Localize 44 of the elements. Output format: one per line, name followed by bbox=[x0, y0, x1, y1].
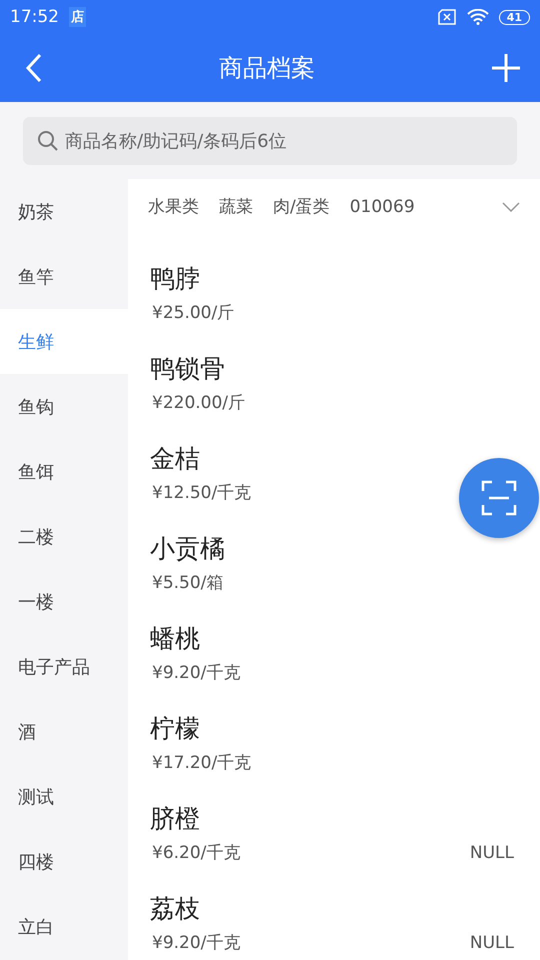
product-price: ¥6.20/千克 bbox=[151, 842, 240, 864]
sidebar-item[interactable]: 生鲜 bbox=[0, 309, 128, 374]
product-name: 荔枝 bbox=[150, 893, 200, 925]
product-name: 蟠桃 bbox=[150, 623, 200, 655]
sim-error-icon bbox=[436, 9, 457, 25]
product-price: ¥12.50/千克 bbox=[151, 482, 252, 504]
category-tab[interactable]: 水果类 bbox=[142, 195, 205, 218]
sidebar-item[interactable]: 鱼钩 bbox=[0, 374, 128, 439]
product-price: ¥9.20/千克 bbox=[151, 662, 240, 684]
product-name: 鸭锁骨 bbox=[150, 353, 225, 385]
search-field[interactable]: 商品名称/助记码/条码后6位 bbox=[23, 117, 517, 165]
sidebar-item[interactable]: 鱼竿 bbox=[0, 244, 128, 309]
sidebar-item[interactable]: 酒 bbox=[0, 699, 128, 764]
sidebar-item[interactable]: 一楼 bbox=[0, 569, 128, 634]
product-price: ¥25.00/斤 bbox=[151, 302, 234, 324]
product-note: NULL bbox=[470, 842, 514, 862]
product-price: ¥9.20/千克 bbox=[151, 932, 240, 954]
product-price: ¥220.00/斤 bbox=[151, 392, 246, 414]
wifi-icon bbox=[466, 9, 489, 25]
category-tab[interactable]: 010069 bbox=[344, 196, 421, 216]
app-notification-badge: 店 bbox=[69, 7, 86, 27]
battery-level: 41 bbox=[498, 10, 530, 24]
sidebar-item[interactable]: 立白 bbox=[0, 894, 128, 959]
product-price: ¥17.20/千克 bbox=[151, 752, 252, 774]
product-name: 鸭脖 bbox=[150, 263, 200, 295]
product-name: 金桔 bbox=[150, 443, 200, 475]
category-tab[interactable]: 蔬菜 bbox=[213, 195, 259, 218]
page-title: 商品档案 bbox=[219, 53, 315, 84]
scan-button[interactable] bbox=[459, 458, 539, 538]
product-name: 脐橙 bbox=[150, 803, 200, 835]
sidebar-item[interactable]: 四楼 bbox=[0, 829, 128, 894]
sidebar-item[interactable]: 鱼饵 bbox=[0, 439, 128, 504]
sidebar-item[interactable]: 奶茶 bbox=[0, 179, 128, 244]
product-note: NULL bbox=[470, 932, 514, 952]
expand-caret-icon[interactable] bbox=[502, 202, 520, 212]
scan-icon bbox=[481, 480, 517, 516]
product-name: 小贡橘 bbox=[150, 533, 225, 565]
category-tab[interactable]: 肉/蛋类 bbox=[267, 195, 336, 218]
product-price: ¥5.50/箱 bbox=[151, 572, 224, 594]
sidebar-item[interactable]: 二楼 bbox=[0, 504, 128, 569]
sidebar-item[interactable]: 测试 bbox=[0, 764, 128, 829]
sidebar-item[interactable]: 电子产品 bbox=[0, 634, 128, 699]
status-time: 17:52 bbox=[10, 7, 59, 27]
product-name: 柠檬 bbox=[150, 713, 200, 745]
